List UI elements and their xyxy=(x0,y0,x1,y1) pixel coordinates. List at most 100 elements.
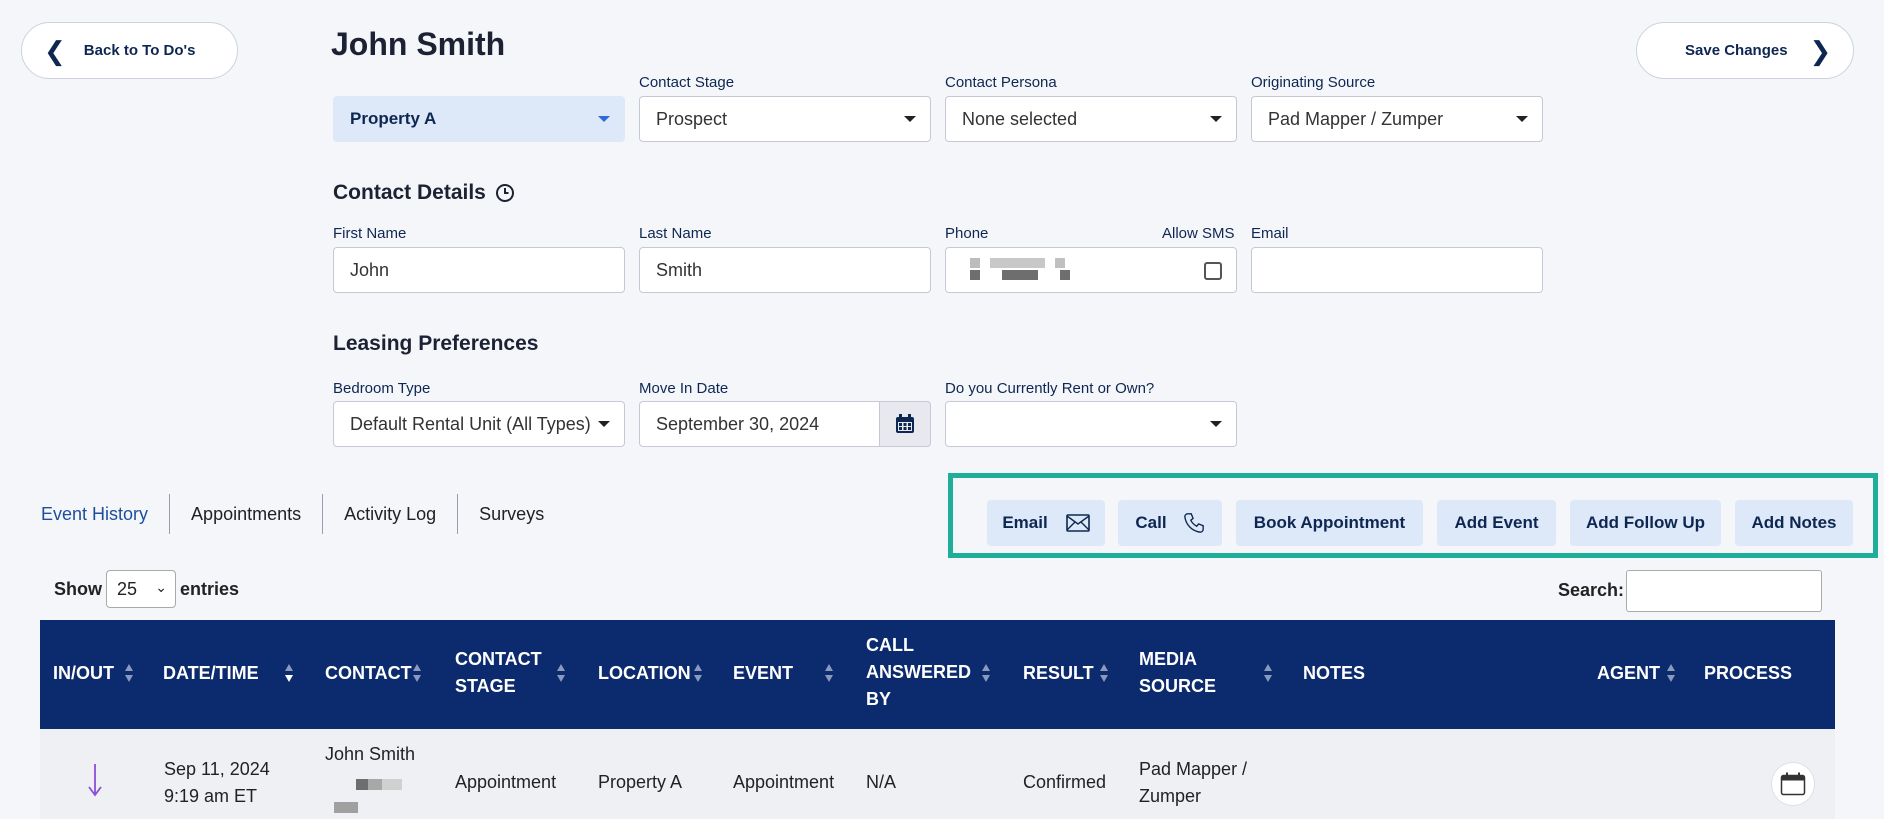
leasing-preferences-heading: Leasing Preferences xyxy=(333,332,539,355)
save-changes-button[interactable]: Save Changes ❯ xyxy=(1636,22,1854,79)
show-entries-control: Show 25 ⌄ entries xyxy=(54,570,239,608)
add-notes-button[interactable]: Add Notes xyxy=(1735,500,1853,546)
calendar-icon xyxy=(1780,772,1806,796)
col-agent[interactable]: AGENT xyxy=(1597,660,1660,687)
sort-icon xyxy=(825,664,834,684)
entries-label: entries xyxy=(180,578,240,599)
caret-down-icon xyxy=(598,116,610,122)
col-date-time[interactable]: DATE/TIME xyxy=(163,660,259,687)
row-result: Confirmed xyxy=(1023,772,1107,792)
history-tabs: Event History Appointments Activity Log … xyxy=(20,494,565,534)
call-action-button[interactable]: Call xyxy=(1118,500,1222,546)
row-contact-stage: Appointment xyxy=(455,772,557,792)
tab-appointments[interactable]: Appointments xyxy=(170,494,324,534)
last-name-label: Last Name xyxy=(639,225,712,242)
envelope-icon xyxy=(1065,514,1090,532)
back-to-todos-button[interactable]: ❮ Back to To Do's xyxy=(21,22,238,79)
phone-icon xyxy=(1183,513,1204,533)
col-media-source[interactable]: MEDIA SOURCE xyxy=(1139,646,1229,700)
sort-icon xyxy=(557,664,566,684)
contact-details-heading: Contact Details xyxy=(333,181,486,204)
rent-or-own-select[interactable] xyxy=(945,401,1237,447)
search-input[interactable] xyxy=(1626,570,1822,612)
row-event: Appointment xyxy=(733,772,835,792)
row-media-source-line2: Zumper xyxy=(1139,786,1202,806)
row-time: 9:19 am ET xyxy=(164,786,258,806)
originating-source-label: Originating Source xyxy=(1251,74,1376,91)
first-name-label: First Name xyxy=(333,225,407,242)
allow-sms-checkbox[interactable] xyxy=(1204,262,1222,280)
chevron-right-icon: ❯ xyxy=(1809,35,1832,66)
date-picker-button[interactable] xyxy=(879,401,931,447)
table-row xyxy=(40,729,1835,819)
page-title: John Smith xyxy=(331,26,506,62)
back-button-label: Back to To Do's xyxy=(83,42,196,59)
property-value: Property A xyxy=(350,109,437,128)
col-event[interactable]: EVENT xyxy=(733,660,793,687)
last-name-input[interactable]: Smith xyxy=(639,247,931,293)
caret-down-icon xyxy=(1210,116,1222,122)
col-result[interactable]: RESULT xyxy=(1023,660,1094,687)
email-action-button[interactable]: Email xyxy=(987,500,1105,546)
save-button-label: Save Changes xyxy=(1685,42,1788,59)
contact-persona-select[interactable]: None selected xyxy=(945,96,1237,142)
tab-event-history[interactable]: Event History xyxy=(20,494,171,534)
col-contact-stage[interactable]: CONTACT STAGE xyxy=(455,646,545,700)
phone-input[interactable] xyxy=(945,247,1237,293)
first-name-value: John xyxy=(350,259,390,280)
rent-or-own-label: Do you Currently Rent or Own? xyxy=(945,380,1155,397)
tab-surveys[interactable]: Surveys xyxy=(458,494,565,534)
search-label: Search: xyxy=(1558,580,1625,600)
row-media-source-line1: Pad Mapper / xyxy=(1139,759,1248,779)
sort-desc-icon xyxy=(285,664,294,684)
move-in-date-value: September 30, 2024 xyxy=(656,413,820,434)
sort-icon xyxy=(694,664,703,684)
contact-persona-label: Contact Persona xyxy=(945,74,1057,91)
entries-value: 25 xyxy=(117,578,138,599)
allow-sms-label: Allow SMS xyxy=(1162,225,1235,242)
caret-down-icon xyxy=(904,116,916,122)
process-calendar-button[interactable] xyxy=(1771,762,1815,806)
contact-stage-value: Prospect xyxy=(656,108,728,129)
contact-persona-value: None selected xyxy=(962,108,1078,129)
property-select[interactable]: Property A xyxy=(333,96,625,142)
sort-icon xyxy=(1264,664,1273,684)
book-appointment-button[interactable]: Book Appointment xyxy=(1236,500,1423,546)
col-contact[interactable]: CONTACT xyxy=(325,660,412,687)
sort-icon xyxy=(1667,664,1676,684)
contact-stage-label: Contact Stage xyxy=(639,74,735,91)
row-location: Property A xyxy=(598,772,683,792)
table-header: IN/OUT DATE/TIME CONTACT CONTACT STAGE L… xyxy=(40,620,1835,729)
sort-icon xyxy=(125,664,134,684)
row-date: Sep 11, 2024 xyxy=(164,759,270,779)
col-call-answered-by[interactable]: CALL ANSWERED BY xyxy=(866,632,971,713)
call-action-label: Call xyxy=(1135,513,1167,532)
last-name-value: Smith xyxy=(656,259,703,280)
row-contact-name[interactable]: John Smith xyxy=(325,740,415,768)
calendar-icon xyxy=(896,414,914,433)
entries-select[interactable]: 25 ⌄ xyxy=(106,570,176,608)
col-process: PROCESS xyxy=(1704,663,1793,683)
sort-icon xyxy=(1100,664,1109,684)
bedroom-type-select[interactable]: Default Rental Unit (All Types) xyxy=(333,401,625,447)
add-event-button[interactable]: Add Event xyxy=(1437,500,1556,546)
chevron-left-icon: ❮ xyxy=(44,35,66,66)
caret-down-icon xyxy=(598,421,610,427)
history-clock-icon[interactable] xyxy=(495,183,515,203)
col-location[interactable]: LOCATION xyxy=(598,660,691,687)
bedroom-type-value: Default Rental Unit (All Types) xyxy=(350,413,591,434)
tab-activity-log[interactable]: Activity Log xyxy=(323,494,459,534)
add-follow-up-button[interactable]: Add Follow Up xyxy=(1570,500,1721,546)
first-name-input[interactable]: John xyxy=(333,247,625,293)
caret-down-icon xyxy=(1210,421,1222,427)
originating-source-select[interactable]: Pad Mapper / Zumper xyxy=(1251,96,1543,142)
sort-icon xyxy=(982,664,991,684)
sort-icon xyxy=(413,664,422,684)
col-notes: NOTES xyxy=(1303,663,1366,683)
move-in-date-input[interactable]: September 30, 2024 xyxy=(639,401,880,447)
email-input[interactable] xyxy=(1251,247,1543,293)
col-in-out[interactable]: IN/OUT xyxy=(53,660,114,687)
contact-stage-select[interactable]: Prospect xyxy=(639,96,931,142)
chevron-down-icon: ⌄ xyxy=(155,579,167,595)
inbound-arrow-icon xyxy=(88,764,102,797)
